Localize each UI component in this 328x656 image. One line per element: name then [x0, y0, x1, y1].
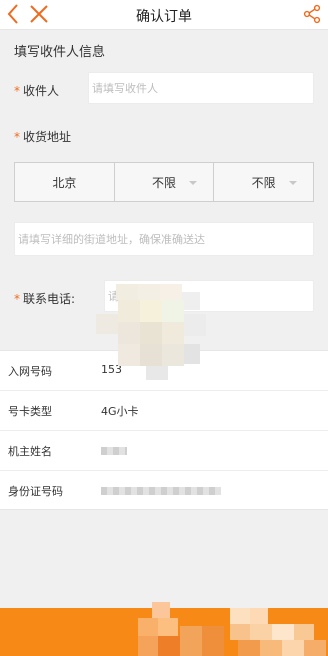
- address-selects: 北京 不限 不限: [14, 162, 314, 202]
- info-row-id-number: 身份证号码: [0, 471, 328, 511]
- recipient-input[interactable]: 请填写收件人: [88, 72, 314, 104]
- required-mark: *: [14, 130, 20, 144]
- page-title: 确认订单: [136, 9, 192, 25]
- section-title: 填写收件人信息: [14, 45, 106, 60]
- top-nav-bar: 确认订单: [0, 0, 328, 30]
- district-select[interactable]: 不限: [214, 163, 314, 201]
- recipient-label: * 收件人: [14, 84, 60, 98]
- chevron-down-icon: [189, 181, 198, 185]
- province-select[interactable]: 北京: [15, 163, 115, 201]
- info-row-owner-name: 机主姓名: [0, 431, 328, 471]
- required-mark: *: [14, 84, 20, 98]
- required-mark: *: [14, 292, 20, 306]
- chevron-down-icon: [289, 181, 298, 185]
- street-address-input[interactable]: 请填写详细的街道地址，确保准确送达: [14, 222, 314, 256]
- redacted-value: [101, 447, 127, 455]
- city-select[interactable]: 不限: [114, 163, 215, 201]
- pixelated-overlay: [96, 284, 206, 380]
- redacted-value: [101, 487, 221, 495]
- share-icon[interactable]: [302, 4, 322, 24]
- address-label: * 收货地址: [14, 130, 72, 144]
- phone-label: * 联系电话:: [14, 292, 76, 306]
- info-row-card-type: 号卡类型 4G小卡: [0, 391, 328, 431]
- pixelated-overlay: [138, 602, 326, 656]
